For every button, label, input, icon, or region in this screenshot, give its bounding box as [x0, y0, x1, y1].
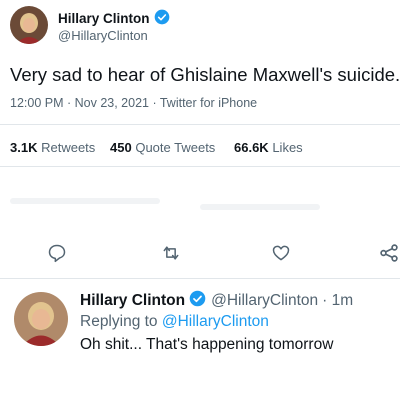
- author-handle[interactable]: @HillaryClinton: [58, 28, 148, 43]
- replying-to-label: Replying to: [80, 313, 158, 330]
- reply-text: Oh shit... That's happening tomorrow: [80, 336, 334, 353]
- quotes-label: Quote Tweets: [135, 140, 216, 155]
- avatar-image: [10, 6, 48, 44]
- reply-icon[interactable]: [44, 240, 70, 266]
- reply-time[interactable]: · 1m: [322, 292, 353, 310]
- smudge: [200, 204, 320, 210]
- quotes-count: 450: [110, 140, 132, 155]
- like-icon[interactable]: [268, 240, 294, 266]
- tweet-meta[interactable]: 12:00 PM · Nov 23, 2021 · Twitter for iP…: [10, 96, 257, 110]
- author-avatar[interactable]: [10, 6, 48, 44]
- retweets-label: Retweets: [41, 140, 96, 155]
- replying-to-handle[interactable]: @HillaryClinton: [162, 313, 269, 330]
- retweet-icon[interactable]: [158, 240, 184, 266]
- reply-author-avatar[interactable]: [14, 292, 68, 346]
- likes-stat[interactable]: 66.6K Likes: [234, 140, 303, 155]
- tweet-text: Very sad to hear of Ghislaine Maxwell's …: [10, 64, 400, 85]
- divider: [0, 278, 400, 279]
- avatar-image: [14, 292, 68, 346]
- likes-label: Likes: [272, 140, 303, 155]
- divider: [0, 124, 400, 125]
- retweets-stat[interactable]: 3.1K Retweets: [10, 140, 95, 155]
- replying-to: Replying to @HillaryClinton: [80, 313, 269, 331]
- reply-author-handle[interactable]: @HillaryClinton: [211, 292, 318, 310]
- share-icon[interactable]: [376, 240, 400, 266]
- likes-count: 66.6K: [234, 140, 269, 155]
- verified-badge-icon: [189, 290, 206, 312]
- author-name[interactable]: Hillary Clinton: [58, 11, 150, 26]
- retweets-count: 3.1K: [10, 140, 38, 155]
- divider: [0, 166, 400, 167]
- smudge: [10, 198, 160, 204]
- reply-author-name[interactable]: Hillary Clinton: [80, 292, 185, 310]
- quote-tweets-stat[interactable]: 450 Quote Tweets: [110, 140, 215, 155]
- verified-badge-icon: [154, 9, 170, 28]
